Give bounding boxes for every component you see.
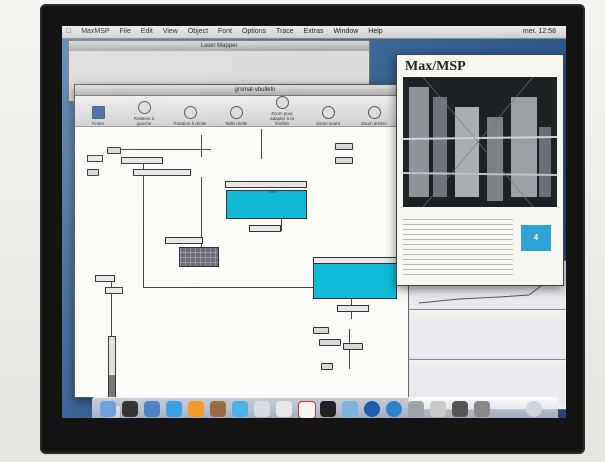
about-window[interactable]: Max/MSP 4: [396, 54, 564, 286]
cyan-panel[interactable]: [226, 190, 307, 219]
rotate-right-tool[interactable]: Rotation à droite: [173, 106, 207, 126]
about-credits-text: [403, 215, 513, 279]
app-dock-icon[interactable]: [386, 401, 402, 417]
empty-panel: [409, 319, 566, 360]
iphoto-dock-icon[interactable]: [342, 401, 358, 417]
message-box[interactable]: [107, 147, 121, 154]
menu-file[interactable]: File: [116, 26, 135, 38]
rotate-right-icon: [183, 106, 197, 119]
finder-label: Finder: [91, 121, 105, 126]
rotate-left-label: Rotation à gauche: [133, 116, 155, 126]
patch-canvas[interactable]: •••••: [81, 129, 427, 418]
address-book-dock-icon[interactable]: [210, 401, 226, 417]
app-dock-icon[interactable]: [474, 401, 490, 417]
patch-object[interactable]: [95, 275, 115, 282]
patch-cord: [281, 219, 282, 231]
ichat-dock-icon[interactable]: [188, 401, 204, 417]
zoom-out-label: Zoom arrière: [361, 121, 387, 126]
patch-object[interactable]: [225, 181, 307, 188]
dashboard-dock-icon[interactable]: [122, 401, 138, 417]
actual-size-tool[interactable]: Taille réelle: [219, 106, 253, 126]
finder-tool[interactable]: Finder: [81, 106, 115, 126]
menu-bar:  MaxMSP File Edit View Object Font Opti…: [62, 26, 566, 39]
about-title: Max/MSP: [405, 59, 466, 74]
patch-object[interactable]: [133, 169, 191, 176]
message-box[interactable]: [319, 339, 341, 346]
zoom-fit-label: Zoom pour adapter à la fenêtre: [270, 111, 294, 126]
message-box[interactable]: [321, 363, 333, 370]
menu-trace[interactable]: Trace: [272, 26, 298, 38]
patcher-window-title: grsmat-vbulletn: [75, 85, 435, 96]
help-dock-icon[interactable]: [276, 401, 292, 417]
patch-cord: [121, 149, 211, 150]
rotate-left-icon: [137, 101, 151, 114]
menu-app[interactable]: MaxMSP: [77, 26, 113, 38]
about-photo: [403, 77, 557, 207]
zoom-fit-icon: [275, 96, 289, 109]
zoom-out-icon: [367, 106, 381, 119]
star-dock-icon[interactable]: [254, 401, 270, 417]
patch-object[interactable]: [337, 305, 369, 312]
app-dock-icon[interactable]: [452, 401, 468, 417]
dock: [92, 397, 558, 418]
patcher-window[interactable]: grsmat-vbulletn Finder Rotation à gauche…: [74, 84, 436, 418]
garageband-dock-icon[interactable]: [320, 401, 336, 417]
monitor-screen:  MaxMSP File Edit View Object Font Opti…: [62, 26, 566, 418]
message-box[interactable]: [343, 343, 363, 350]
apple-menu-icon[interactable]: : [62, 26, 75, 38]
safari-dock-icon[interactable]: [166, 401, 182, 417]
background-window-title: Laser Mapper: [69, 41, 369, 51]
patch-cord: [201, 135, 202, 157]
menu-font[interactable]: Font: [214, 26, 236, 38]
patch-cord: [143, 157, 144, 287]
patch-object[interactable]: [105, 287, 123, 294]
patch-object[interactable]: [87, 155, 103, 162]
patch-object[interactable]: [121, 157, 163, 164]
slider-fill: [109, 375, 115, 397]
zoom-out-tool[interactable]: Zoom arrière: [357, 106, 391, 126]
finder-icon: [91, 106, 105, 119]
rotate-left-tool[interactable]: Rotation à gauche: [127, 101, 161, 126]
trash-dock-icon[interactable]: [526, 401, 542, 417]
cyan-panel[interactable]: [313, 263, 397, 299]
menu-edit[interactable]: Edit: [137, 26, 157, 38]
patch-cord: [261, 129, 262, 159]
message-box[interactable]: [335, 143, 353, 150]
menubar-clock: mer. 12:58: [522, 28, 556, 35]
finder-dock-icon[interactable]: [100, 401, 116, 417]
ical-dock-icon[interactable]: [298, 401, 316, 418]
machinery-image: [403, 77, 557, 207]
magnifier-icon: [229, 106, 243, 119]
comment-text: •••••: [269, 189, 277, 194]
patch-object[interactable]: [165, 237, 203, 244]
menu-options[interactable]: Options: [238, 26, 270, 38]
menu-window[interactable]: Window: [329, 26, 362, 38]
menu-object[interactable]: Object: [184, 26, 212, 38]
menu-extras[interactable]: Extras: [300, 26, 328, 38]
zoom-fit-tool[interactable]: Zoom pour adapter à la fenêtre: [265, 96, 299, 126]
quicktime-dock-icon[interactable]: [364, 401, 380, 417]
zoom-in-label: Zoom avant: [316, 121, 340, 126]
rotate-right-label: Rotation à droite: [173, 121, 207, 126]
matrix-grid[interactable]: [179, 247, 219, 267]
mail-dock-icon[interactable]: [144, 401, 160, 417]
actual-size-label: Taille réelle: [224, 121, 248, 126]
message-box[interactable]: [87, 169, 99, 176]
app-dock-icon[interactable]: [408, 401, 424, 417]
version-badge: 4: [521, 225, 551, 251]
itunes-dock-icon[interactable]: [232, 401, 248, 417]
menu-help[interactable]: Help: [364, 26, 386, 38]
patcher-toolbar: Finder Rotation à gauche Rotation à droi…: [75, 96, 435, 127]
message-box[interactable]: [313, 327, 329, 334]
zoom-in-icon: [321, 106, 335, 119]
vertical-slider[interactable]: [108, 336, 116, 398]
patch-object[interactable]: [249, 225, 281, 232]
message-box[interactable]: [335, 157, 353, 164]
max-dock-icon[interactable]: [430, 401, 446, 417]
menu-view[interactable]: View: [159, 26, 182, 38]
zoom-in-tool[interactable]: Zoom avant: [311, 106, 345, 126]
